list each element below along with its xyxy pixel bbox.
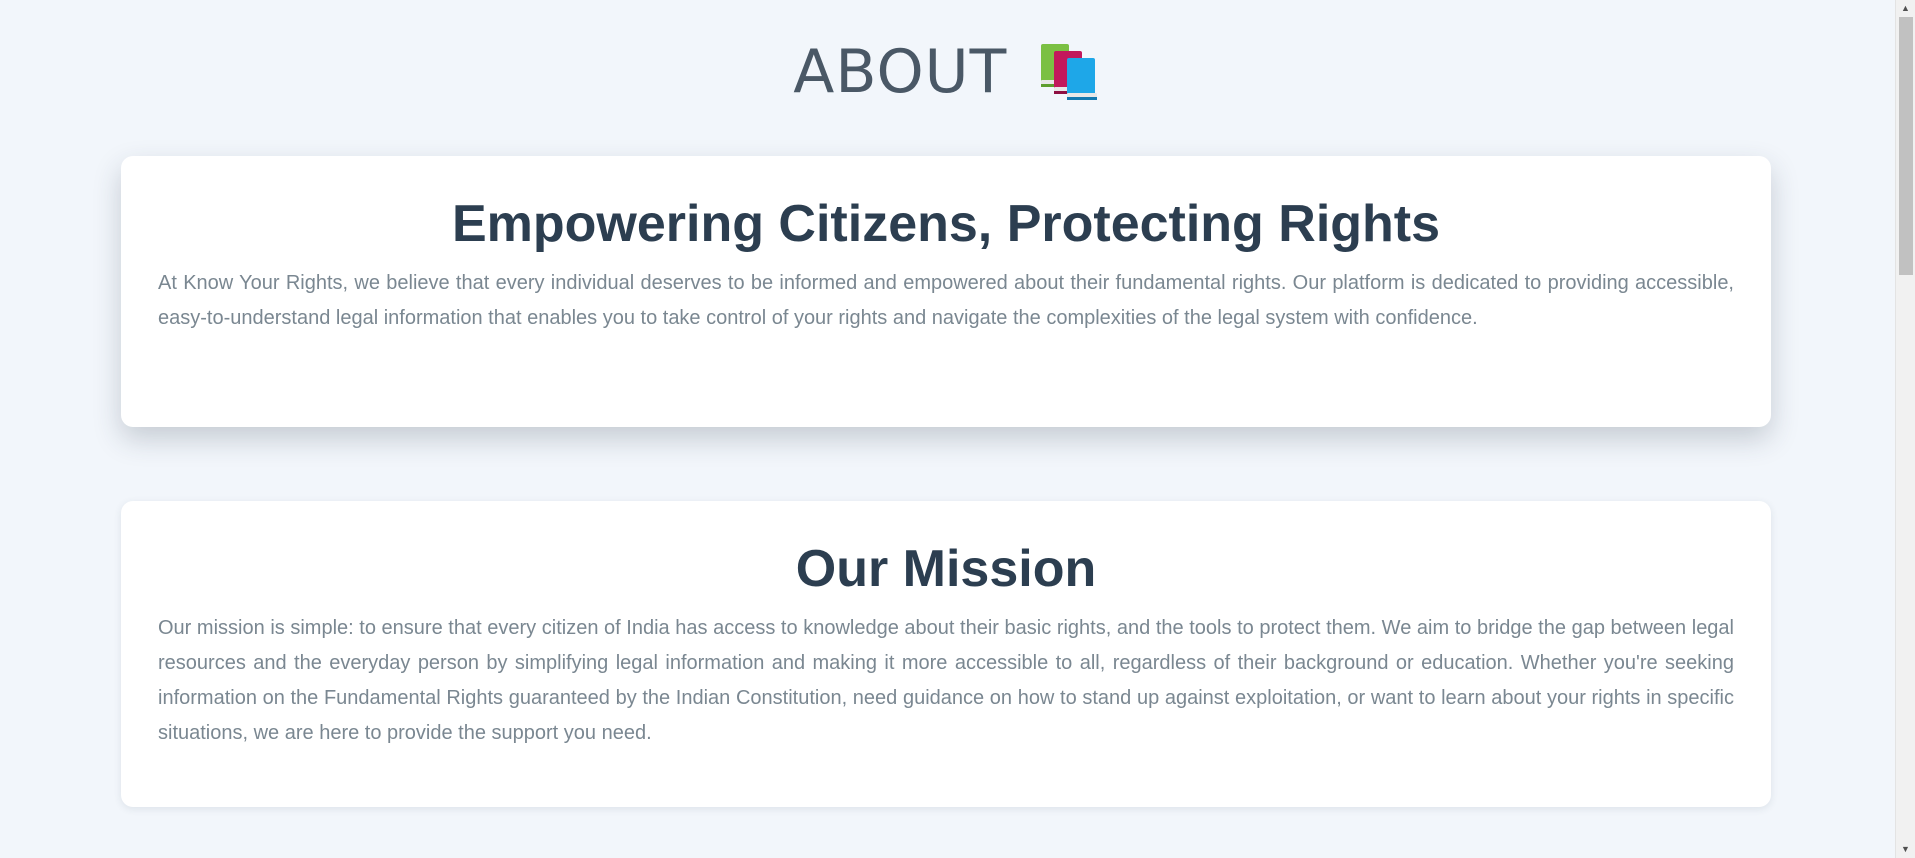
about-page: ABOUT Empowering Citizens, Protecting Ri… — [0, 0, 1895, 858]
page-header: ABOUT — [0, 34, 1895, 114]
mission-heading: Our Mission — [795, 540, 1097, 598]
intro-text: At Know Your Rights, we believe that eve… — [158, 272, 1734, 329]
scroll-down-arrow-icon[interactable]: ▼ — [1896, 841, 1915, 858]
vertical-scrollbar[interactable]: ▲ ▼ — [1895, 0, 1915, 858]
scrollbar-thumb[interactable] — [1899, 17, 1913, 275]
intro-heading: Empowering Citizens, Protecting Rights — [451, 195, 1441, 253]
mission-text: Our mission is simple: to ensure that ev… — [158, 617, 1734, 744]
books-icon — [1038, 42, 1102, 102]
page-title: ABOUT — [793, 37, 1008, 107]
scroll-up-arrow-icon[interactable]: ▲ — [1896, 0, 1915, 17]
intro-card: Empowering Citizens, Protecting Rights A… — [121, 156, 1771, 427]
mission-card: Our Mission Our mission is simple: to en… — [121, 501, 1771, 807]
